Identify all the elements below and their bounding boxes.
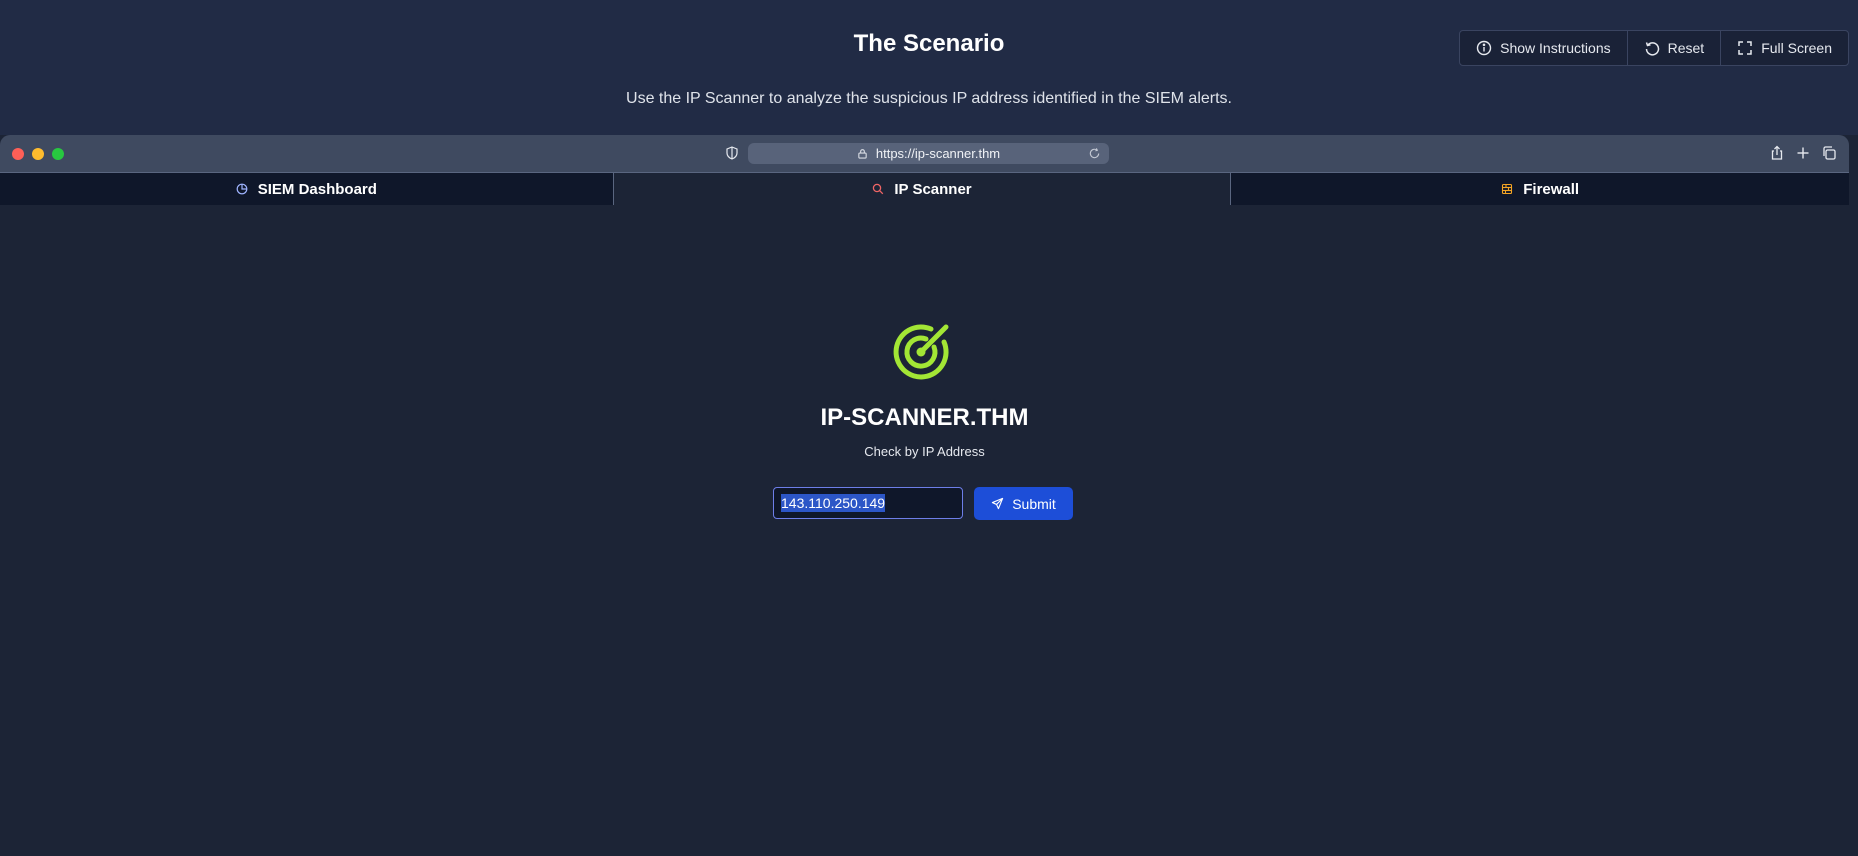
ip-address-input[interactable]: 143.110.250.149 — [773, 487, 963, 519]
tab-label: IP Scanner — [894, 180, 972, 198]
send-icon — [992, 497, 1004, 510]
tab-siem-dashboard[interactable]: SIEM Dashboard — [0, 173, 614, 205]
submit-button[interactable]: Submit — [974, 487, 1073, 520]
show-instructions-label: Show Instructions — [1500, 40, 1611, 56]
search-icon — [873, 183, 884, 195]
full-screen-button[interactable]: Full Screen — [1721, 31, 1848, 65]
url-text: https://ip-scanner.thm — [875, 146, 1001, 161]
app-tabs: SIEM Dashboard IP Scanner Firewall — [0, 172, 1849, 205]
submit-label: Submit — [1012, 495, 1056, 512]
reset-button[interactable]: Reset — [1628, 31, 1722, 65]
toolbar: Show Instructions Reset Full Screen — [1459, 30, 1849, 66]
fullscreen-icon — [1738, 41, 1752, 55]
scenario-header: The Scenario Use the IP Scanner to analy… — [0, 0, 1858, 135]
minimize-window-dot[interactable] — [32, 148, 44, 160]
tab-label: Firewall — [1523, 180, 1580, 198]
shield-icon — [726, 146, 738, 160]
reset-icon — [1645, 42, 1659, 56]
share-icon[interactable] — [1769, 145, 1785, 161]
reset-label: Reset — [1667, 40, 1705, 56]
ip-address-value: 143.110.250.149 — [781, 494, 886, 512]
full-screen-label: Full Screen — [1761, 40, 1832, 56]
browser-window: https://ip-scanner.thm SIEM Dashboard IP… — [0, 135, 1849, 856]
scanner-brand-title: IP-SCANNER.THM — [820, 404, 1029, 431]
tabs-overview-icon[interactable] — [1821, 145, 1837, 161]
scanner-subtitle: Check by IP Address — [864, 444, 985, 459]
info-icon — [1476, 40, 1492, 56]
show-instructions-button[interactable]: Show Instructions — [1460, 31, 1628, 65]
tab-ip-scanner[interactable]: IP Scanner — [613, 173, 1232, 205]
tab-label: SIEM Dashboard — [257, 180, 377, 198]
page: The Scenario Use the IP Scanner to analy… — [0, 0, 1858, 856]
ip-scanner-panel: IP-SCANNER.THM Check by IP Address 143.1… — [0, 204, 1849, 856]
lock-icon — [858, 149, 867, 159]
address-bar[interactable]: https://ip-scanner.thm — [748, 143, 1109, 164]
reload-icon[interactable] — [1088, 147, 1101, 160]
close-window-dot[interactable] — [12, 148, 24, 160]
scenario-description: Use the IP Scanner to analyze the suspic… — [626, 90, 1232, 107]
tab-firewall[interactable]: Firewall — [1231, 173, 1849, 205]
firewall-icon — [1502, 183, 1513, 195]
browser-actions — [1769, 145, 1837, 161]
maximize-window-dot[interactable] — [52, 148, 64, 160]
browser-chrome: https://ip-scanner.thm — [0, 135, 1849, 172]
radar-target-icon — [893, 324, 949, 380]
new-tab-icon[interactable] — [1795, 145, 1811, 161]
pie-chart-icon — [236, 183, 248, 195]
